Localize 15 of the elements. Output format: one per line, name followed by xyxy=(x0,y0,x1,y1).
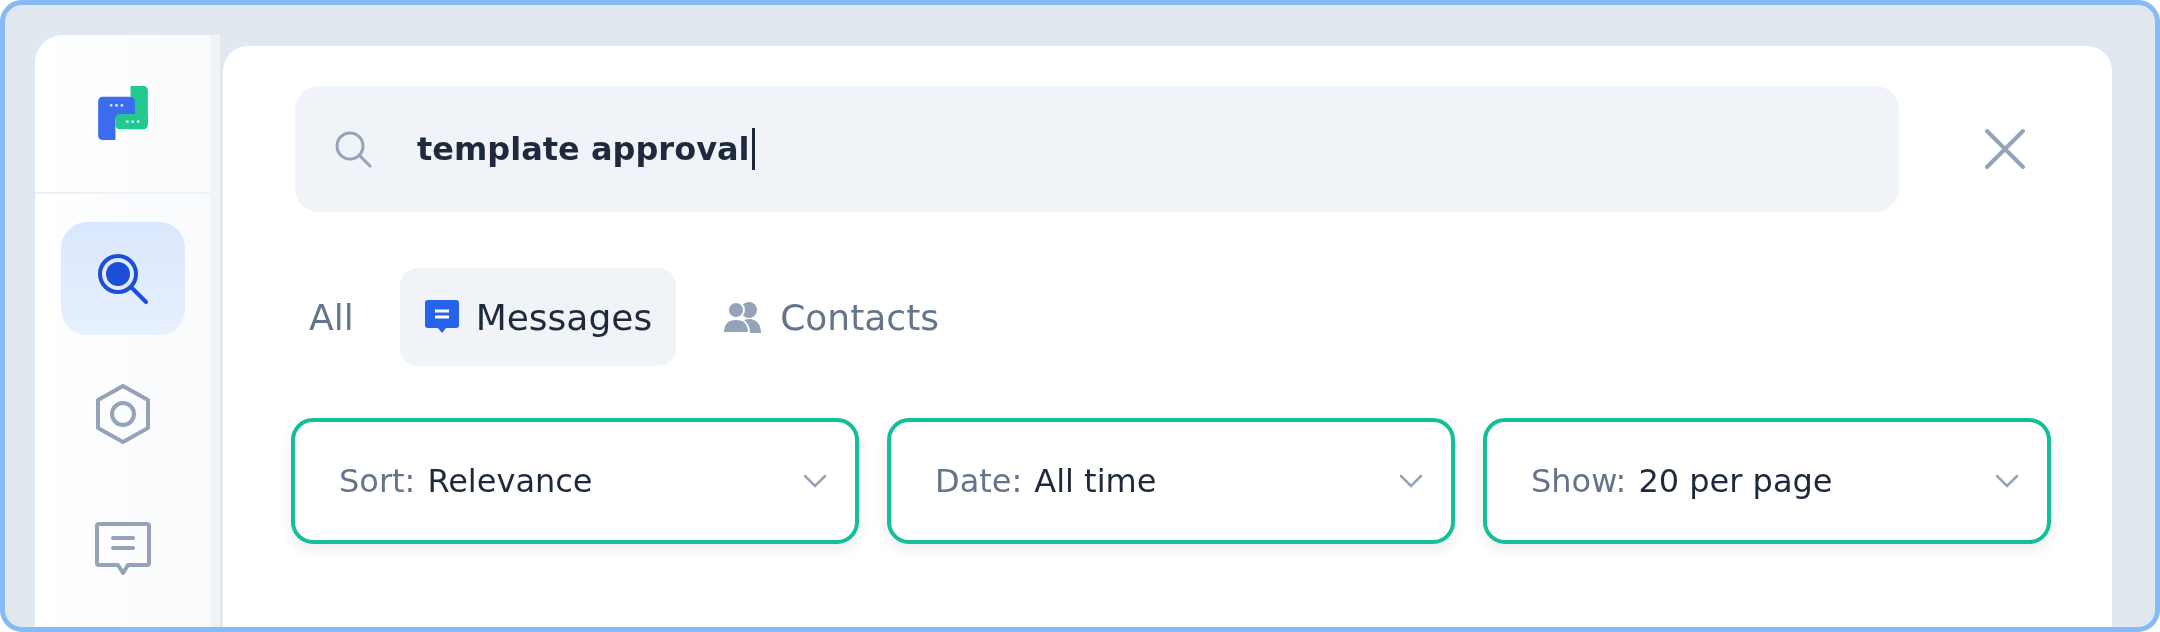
tab[interactable]: All xyxy=(295,268,378,366)
tab[interactable]: Contacts xyxy=(698,268,963,366)
chevron-down-icon xyxy=(1995,474,2019,488)
chevron-down-icon xyxy=(1399,474,1423,488)
chevron-down-icon xyxy=(803,474,827,488)
nav-button[interactable] xyxy=(60,222,185,336)
tab[interactable]: Messages xyxy=(399,268,677,366)
filter-dropdown[interactable]: Sort: Relevance xyxy=(291,418,859,544)
hexagon-icon xyxy=(93,382,152,445)
filter-dropdown[interactable]: Date: All time xyxy=(887,418,1455,544)
search-icon xyxy=(333,129,373,169)
chat-icon xyxy=(93,520,152,577)
filter-dropdown[interactable]: Show: 20 per page xyxy=(1483,418,2051,544)
search-field[interactable]: template approval xyxy=(295,86,1899,212)
logo-icon xyxy=(97,86,148,141)
